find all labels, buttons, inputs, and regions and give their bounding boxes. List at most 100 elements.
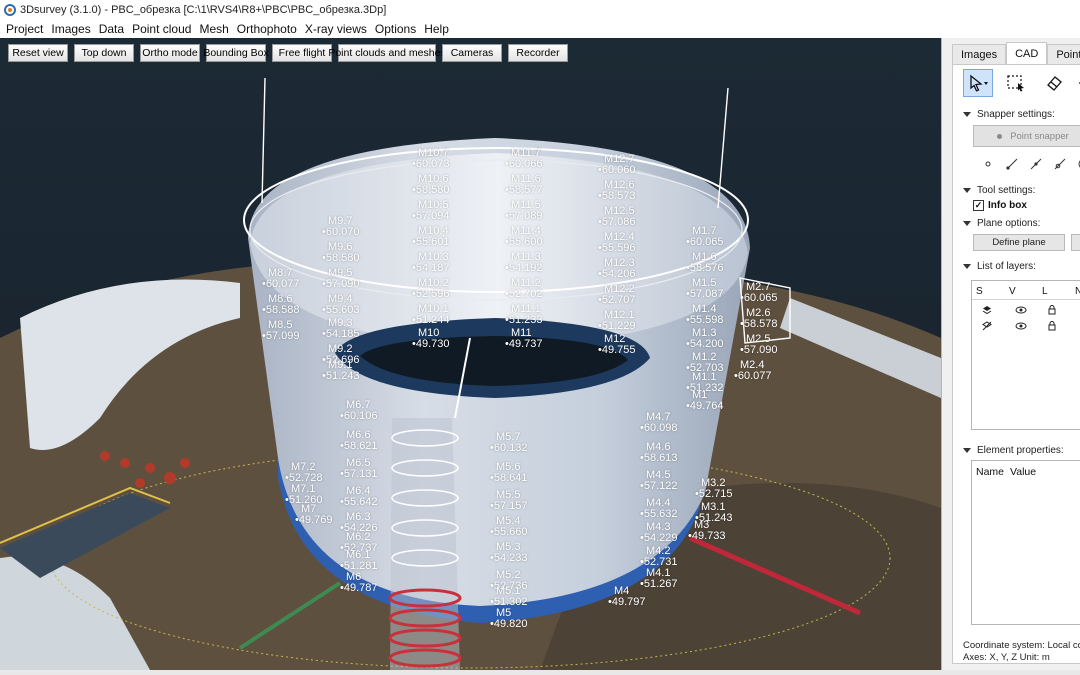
marker-label[interactable]: M5.760.132 (490, 432, 528, 455)
lock-icon[interactable] (1048, 321, 1080, 334)
ortho-mode-button[interactable]: Ortho mode (140, 44, 200, 62)
marker-label[interactable]: M11.760.066 (505, 148, 543, 171)
marker-label[interactable]: M549.820 (490, 608, 528, 631)
layer-row[interactable]: Ma (982, 321, 1080, 334)
marker-label[interactable]: M4.455.632 (640, 498, 678, 521)
tool-settings-header[interactable]: Tool settings: (963, 185, 1035, 196)
marker-label[interactable]: M8.557.099 (262, 320, 300, 343)
snap-point-icon[interactable] (981, 157, 995, 171)
marker-label[interactable]: M10.151.244 (412, 304, 450, 327)
marker-label[interactable]: M1249.755 (598, 334, 636, 357)
marker-label[interactable]: M10.658.580 (412, 174, 450, 197)
point-snapper-button[interactable]: Point snapper (973, 125, 1080, 147)
snapper-settings-header[interactable]: Snapper settings: (963, 109, 1055, 120)
snap-endpoint-icon[interactable] (1005, 157, 1019, 171)
marker-label[interactable]: M11.455.600 (505, 226, 543, 249)
snap-midpoint-icon[interactable] (1029, 157, 1043, 171)
marker-label[interactable]: M9.658.580 (322, 242, 360, 265)
marker-label[interactable]: M11.151.233 (505, 304, 543, 327)
marker-label[interactable]: M10.354.187 (412, 252, 450, 275)
marker-label[interactable]: M5.354.233 (490, 542, 528, 565)
marker-label[interactable]: M649.787 (340, 572, 378, 595)
marker-label[interactable]: M11.658.577 (505, 174, 543, 197)
menu-images[interactable]: Images (47, 22, 94, 36)
menu-project[interactable]: Project (2, 22, 47, 36)
marker-label[interactable]: M5.151.302 (490, 586, 528, 609)
marker-label[interactable]: M1.658.576 (686, 252, 724, 275)
plane-options-header[interactable]: Plane options: (963, 218, 1040, 229)
point-clouds-meshes-button[interactable]: Point clouds and meshes (328, 44, 446, 62)
marker-label[interactable]: M6.455.642 (340, 486, 378, 509)
3d-viewport[interactable]: Reset view Top down Ortho mode Bounding … (0, 38, 941, 670)
marker-label[interactable]: M2.460.077 (734, 360, 772, 383)
marker-label[interactable]: M1.760.065 (686, 226, 724, 249)
marker-label[interactable]: M12.151.229 (598, 310, 636, 333)
marker-label[interactable]: M9.151.243 (322, 360, 360, 383)
marker-label[interactable]: M10.557.094 (412, 200, 450, 223)
marker-label[interactable]: M449.797 (608, 586, 646, 609)
marker-label[interactable]: M8.760.077 (262, 268, 300, 291)
menu-help[interactable]: Help (420, 22, 453, 36)
marker-label[interactable]: M11.354.192 (505, 252, 543, 275)
marker-label[interactable]: M3.252.715 (695, 478, 733, 501)
define-plane-button[interactable]: Define plane (973, 234, 1065, 251)
eraser-icon[interactable] (1039, 69, 1069, 97)
marker-label[interactable]: M11.557.089 (505, 200, 543, 223)
rect-select-icon[interactable] (1001, 69, 1031, 97)
marker-label[interactable]: M12.557.086 (598, 206, 636, 229)
info-box-checkbox[interactable]: ✓ Info box (973, 200, 1027, 211)
marker-label[interactable]: M12.354.206 (598, 258, 636, 281)
marker-label[interactable]: M6.557.131 (340, 458, 378, 481)
marker-label[interactable]: M5.658.641 (490, 462, 528, 485)
marker-label[interactable]: M6.760.106 (340, 400, 378, 423)
marker-label[interactable]: M1149.737 (505, 328, 543, 351)
marker-label[interactable]: M1.557.087 (686, 278, 724, 301)
marker-label[interactable]: M2.658.578 (740, 308, 778, 331)
marker-label[interactable]: M1.354.200 (686, 328, 724, 351)
marker-label[interactable]: M8.658.588 (262, 294, 300, 317)
marker-label[interactable]: M5.557.157 (490, 490, 528, 513)
marker-label[interactable]: M10.455.601 (412, 226, 450, 249)
marker-label[interactable]: M10.760.073 (412, 148, 450, 171)
free-flight-button[interactable]: Free flight (272, 44, 332, 62)
menu-orthophoto[interactable]: Orthophoto (233, 22, 301, 36)
marker-label[interactable]: M9.354.185 (322, 318, 360, 341)
tab-point-cloud[interactable]: Point clou (1047, 44, 1080, 64)
layer-row[interactable]: De (982, 305, 1080, 318)
menu-xray-views[interactable]: X-ray views (301, 22, 371, 36)
plane-extra-button[interactable] (1071, 234, 1080, 251)
marker-label[interactable]: M12.455.596 (598, 232, 636, 255)
menu-options[interactable]: Options (371, 22, 420, 36)
layers-header[interactable]: List of layers: (963, 261, 1036, 272)
marker-label[interactable]: M749.769 (295, 504, 333, 527)
select-arrow-icon[interactable] (963, 69, 993, 97)
marker-label[interactable]: M11.252.702 (505, 278, 543, 301)
marker-label[interactable]: M12.658.573 (598, 180, 636, 203)
marker-label[interactable]: M6.658.621 (340, 430, 378, 453)
marker-label[interactable]: M12.252.707 (598, 284, 636, 307)
eye-icon[interactable] (1015, 322, 1048, 333)
marker-label[interactable]: M9.557.090 (322, 268, 360, 291)
marker-label[interactable]: M149.764 (686, 390, 724, 413)
marker-label[interactable]: M4.557.122 (640, 470, 678, 493)
bounding-box-button[interactable]: Bounding Box (203, 44, 269, 62)
marker-label[interactable]: M4.760.098 (640, 412, 678, 435)
lock-icon[interactable] (1048, 305, 1080, 318)
marker-label[interactable]: M4.354.229 (640, 522, 678, 545)
point-cloud-scene[interactable] (0, 38, 941, 670)
menu-data[interactable]: Data (95, 22, 128, 36)
snap-nearest-icon[interactable] (1053, 157, 1067, 171)
marker-label[interactable]: M2.557.090 (740, 334, 778, 357)
marker-label[interactable]: M1.455.598 (686, 304, 724, 327)
marker-label[interactable]: M1049.730 (412, 328, 450, 351)
marker-label[interactable]: M5.455.660 (490, 516, 528, 539)
marker-label[interactable]: M2.760.065 (740, 282, 778, 305)
recorder-button[interactable]: Recorder (508, 44, 568, 62)
marker-label[interactable]: M6.151.281 (340, 550, 378, 573)
marker-label[interactable]: M9.760.070 (322, 216, 360, 239)
marker-label[interactable]: M4.151.267 (640, 568, 678, 591)
marker-label[interactable]: M12.760.060 (598, 154, 636, 177)
top-down-button[interactable]: Top down (74, 44, 134, 62)
menu-mesh[interactable]: Mesh (195, 22, 232, 36)
reset-view-button[interactable]: Reset view (8, 44, 68, 62)
